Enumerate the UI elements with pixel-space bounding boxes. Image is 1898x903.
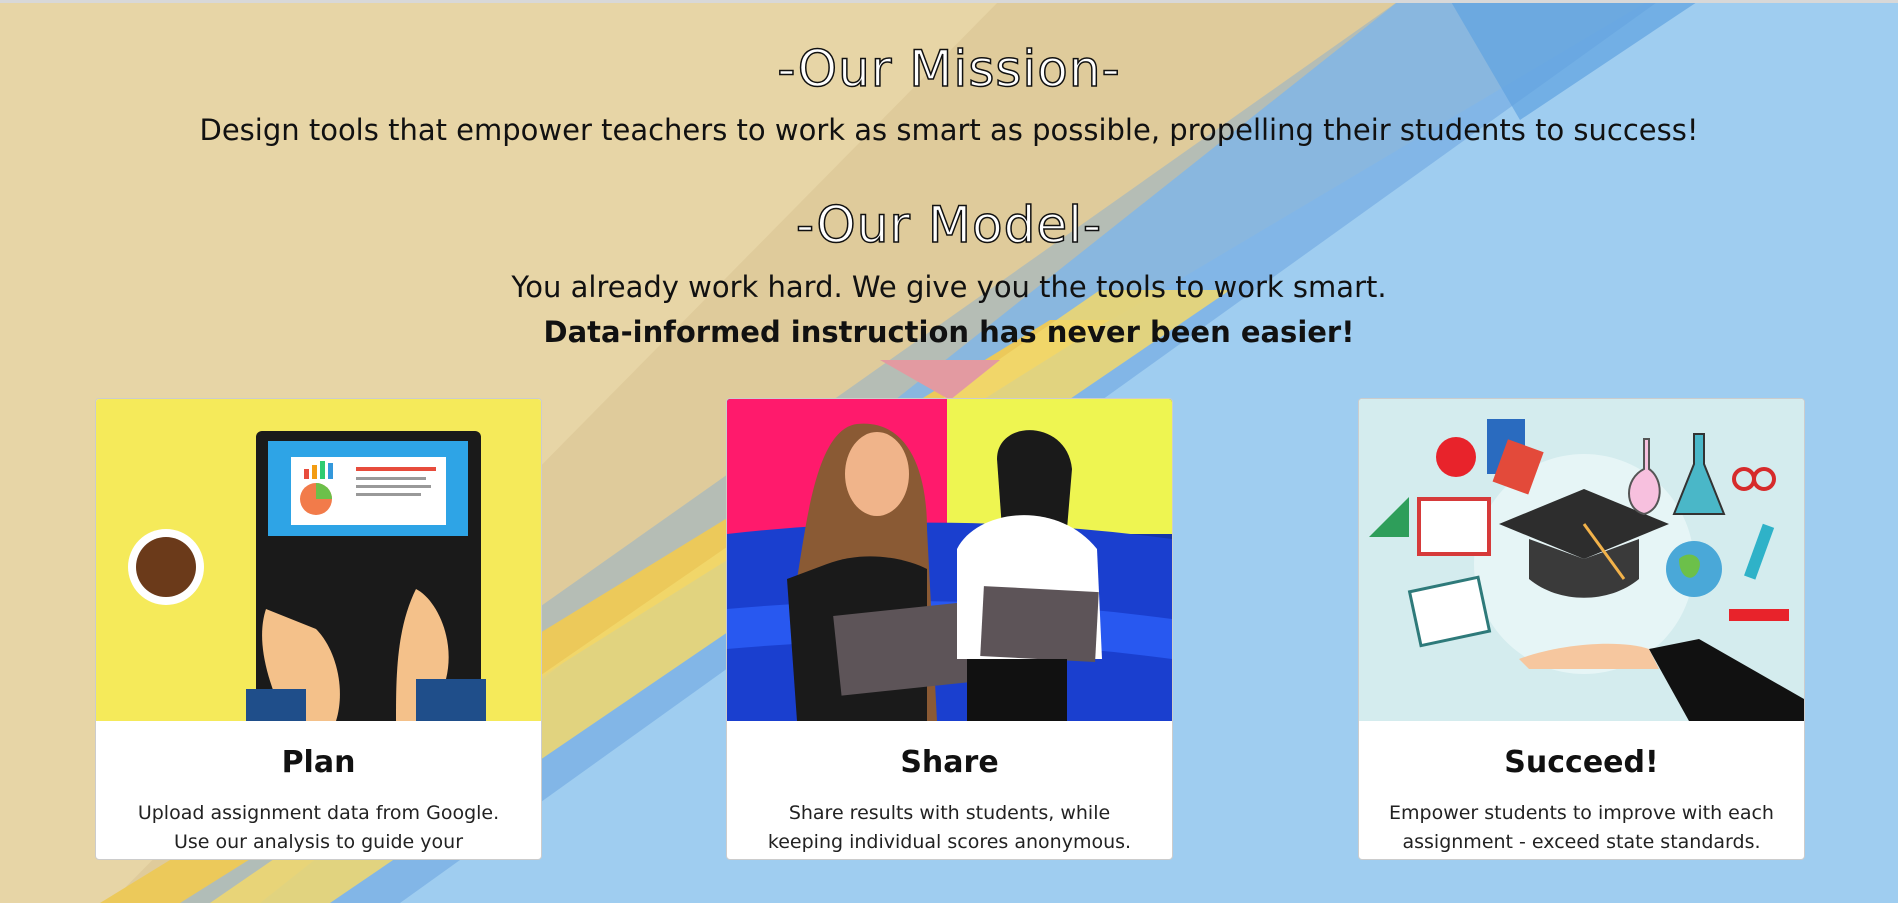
card-text: Upload assignment data from Google. Use … bbox=[137, 802, 500, 853]
card-text: Share results with students, while keepi… bbox=[767, 802, 1132, 853]
card-succeed: Succeed! Empower students to improve wit… bbox=[1358, 398, 1805, 860]
card-text: Empower students to improve with each as… bbox=[1389, 802, 1774, 853]
people-sharing-illustration bbox=[727, 399, 1172, 721]
card-share: Share Share results with students, while… bbox=[726, 398, 1173, 860]
mission-title: -Our Mission- bbox=[777, 39, 1121, 99]
mission-text: Design tools that empower teachers to wo… bbox=[199, 113, 1699, 147]
model-tagline: Data-informed instruction has never been… bbox=[543, 315, 1355, 349]
card-title: Plan bbox=[281, 745, 356, 780]
card-title: Share bbox=[900, 745, 999, 780]
card-plan: Plan Upload assignment data from Google.… bbox=[95, 398, 542, 860]
card-title: Succeed! bbox=[1504, 745, 1659, 780]
model-text: You already work hard. We give you the t… bbox=[511, 270, 1387, 304]
model-title: -Our Model- bbox=[795, 195, 1103, 255]
graduation-illustration bbox=[1359, 399, 1804, 721]
laptop-illustration bbox=[96, 399, 541, 721]
